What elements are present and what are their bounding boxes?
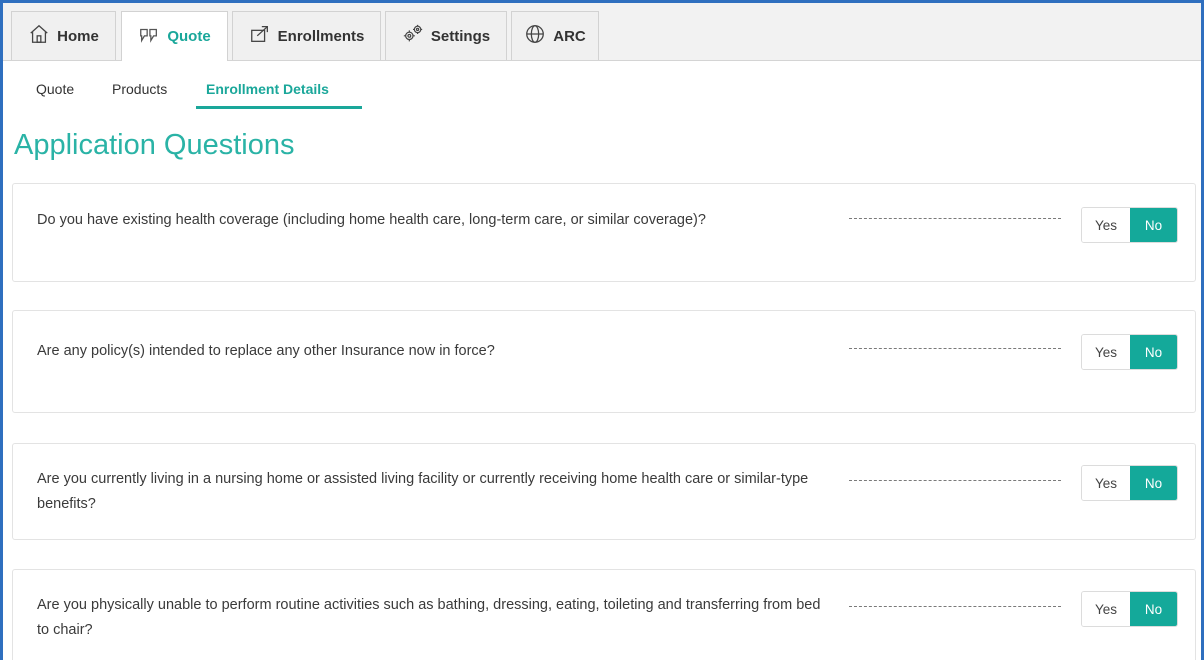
dashed-leader — [849, 606, 1061, 607]
globe-icon — [524, 23, 546, 49]
tab-arc[interactable]: ARC — [511, 11, 599, 60]
yes-no-toggle: Yes No — [1081, 465, 1178, 501]
dashed-leader — [849, 218, 1061, 219]
tab-quote-label: Quote — [167, 28, 211, 45]
yes-no-toggle: Yes No — [1081, 207, 1178, 243]
yes-button[interactable]: Yes — [1082, 208, 1130, 242]
no-button[interactable]: No — [1130, 592, 1177, 626]
dashed-leader — [849, 348, 1061, 349]
subtab-quote[interactable]: Quote — [36, 81, 74, 97]
tab-home-label: Home — [57, 27, 99, 45]
question-card: Do you have existing health coverage (in… — [12, 183, 1196, 282]
tab-quote[interactable]: Quote — [121, 11, 228, 61]
yes-no-toggle: Yes No — [1081, 591, 1178, 627]
top-nav-bar: Home Quote Enrollments Settings ARC — [3, 3, 1201, 61]
tab-settings-label: Settings — [430, 27, 491, 45]
subtab-enrollment-details[interactable]: Enrollment Details — [206, 81, 329, 97]
question-text: Are any policy(s) intended to replace an… — [37, 343, 495, 359]
question-card: Are any policy(s) intended to replace an… — [12, 310, 1196, 413]
question-card: Are you currently living in a nursing ho… — [12, 443, 1196, 540]
dashed-leader — [849, 480, 1061, 481]
tab-enrollments[interactable]: Enrollments — [232, 11, 381, 60]
tab-enrollments-label: Enrollments — [277, 27, 365, 45]
subtab-products[interactable]: Products — [112, 81, 167, 97]
yes-button[interactable]: Yes — [1082, 592, 1130, 626]
tab-home[interactable]: Home — [11, 11, 116, 60]
app-frame: Home Quote Enrollments Settings ARC Quot… — [0, 0, 1204, 660]
page-title: Application Questions — [14, 129, 295, 161]
question-card: Are you physically unable to perform rou… — [12, 569, 1196, 660]
tab-settings[interactable]: Settings — [385, 11, 507, 60]
no-button[interactable]: No — [1130, 466, 1177, 500]
yes-no-toggle: Yes No — [1081, 334, 1178, 370]
question-text: Are you physically unable to perform rou… — [37, 597, 821, 638]
active-subtab-indicator — [196, 106, 362, 109]
yes-button[interactable]: Yes — [1082, 335, 1130, 369]
tab-arc-label: ARC — [553, 27, 586, 45]
yes-button[interactable]: Yes — [1082, 466, 1130, 500]
no-button[interactable]: No — [1130, 335, 1177, 369]
question-text: Do you have existing health coverage (in… — [37, 212, 706, 228]
quote-icon — [138, 24, 160, 50]
no-button[interactable]: No — [1130, 208, 1177, 242]
question-text: Are you currently living in a nursing ho… — [37, 471, 809, 512]
enrollments-icon — [249, 23, 271, 49]
home-icon — [28, 23, 50, 49]
gear-icon — [402, 23, 424, 49]
